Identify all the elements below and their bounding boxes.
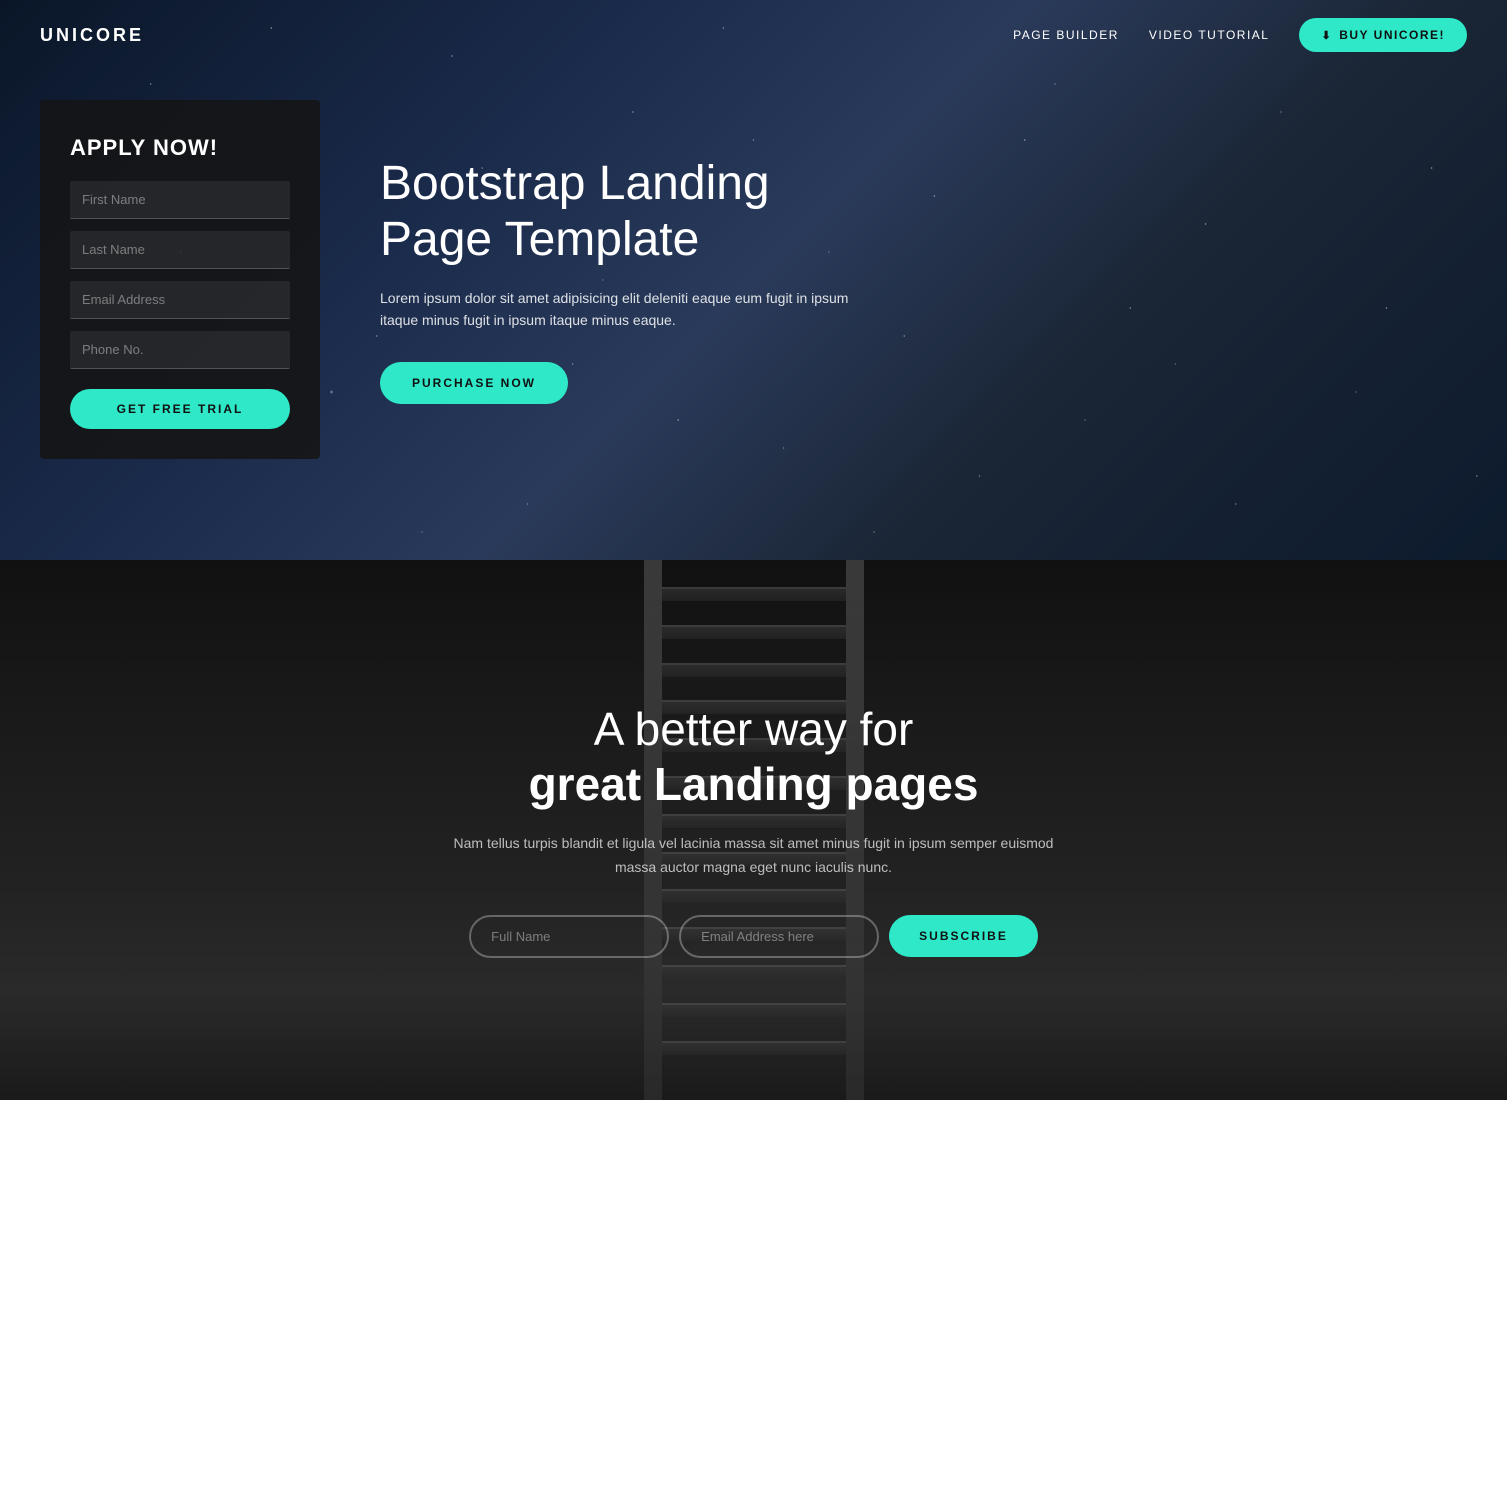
- hero-heading: Bootstrap Landing Page Template: [380, 156, 880, 266]
- subscribe-email-input[interactable]: [679, 915, 879, 958]
- get-free-trial-button[interactable]: GET FREE TRIAL: [70, 389, 290, 429]
- hero-text-block: Bootstrap Landing Page Template Lorem ip…: [380, 156, 880, 403]
- escalator-step: [662, 965, 846, 979]
- purchase-now-button[interactable]: PURCHASE NOW: [380, 362, 568, 404]
- section2-heading: A better way for great Landing pages: [444, 702, 1064, 812]
- apply-form-title: APPLY NOW!: [70, 135, 290, 161]
- escalator-section: A better way for great Landing pages Nam…: [0, 560, 1507, 1100]
- first-name-input[interactable]: [70, 181, 290, 219]
- brand-logo[interactable]: UNICORE: [40, 25, 144, 46]
- hero-content: APPLY NOW! GET FREE TRIAL Bootstrap Land…: [0, 0, 1507, 560]
- section2-heading-line2: great Landing pages: [529, 758, 979, 810]
- nav-links: PAGE BUILDER VIDEO TUTORIAL BUY UNICORE!: [1013, 18, 1467, 52]
- apply-form-card: APPLY NOW! GET FREE TRIAL: [40, 100, 320, 459]
- buy-button[interactable]: BUY UNICORE!: [1299, 18, 1467, 52]
- subscribe-fullname-input[interactable]: [469, 915, 669, 958]
- hero-description: Lorem ipsum dolor sit amet adipisicing e…: [380, 287, 880, 332]
- navbar: UNICORE PAGE BUILDER VIDEO TUTORIAL BUY …: [0, 0, 1507, 70]
- section2-content: A better way for great Landing pages Nam…: [404, 702, 1104, 958]
- section2-description: Nam tellus turpis blandit et ligula vel …: [444, 832, 1064, 880]
- phone-input[interactable]: [70, 331, 290, 369]
- subscribe-button[interactable]: SUBSCRIBE: [889, 915, 1038, 957]
- escalator-step: [662, 625, 846, 639]
- last-name-input[interactable]: [70, 231, 290, 269]
- section2-heading-line1: A better way for: [594, 703, 914, 755]
- nav-link-page-builder[interactable]: PAGE BUILDER: [1013, 28, 1119, 42]
- escalator-step: [662, 1003, 846, 1017]
- subscribe-row: SUBSCRIBE: [444, 915, 1064, 958]
- hero-section: APPLY NOW! GET FREE TRIAL Bootstrap Land…: [0, 0, 1507, 560]
- escalator-step: [662, 587, 846, 601]
- escalator-step: [662, 663, 846, 677]
- email-address-input[interactable]: [70, 281, 290, 319]
- escalator-step: [662, 1041, 846, 1055]
- nav-link-video-tutorial[interactable]: VIDEO TUTORIAL: [1149, 28, 1270, 42]
